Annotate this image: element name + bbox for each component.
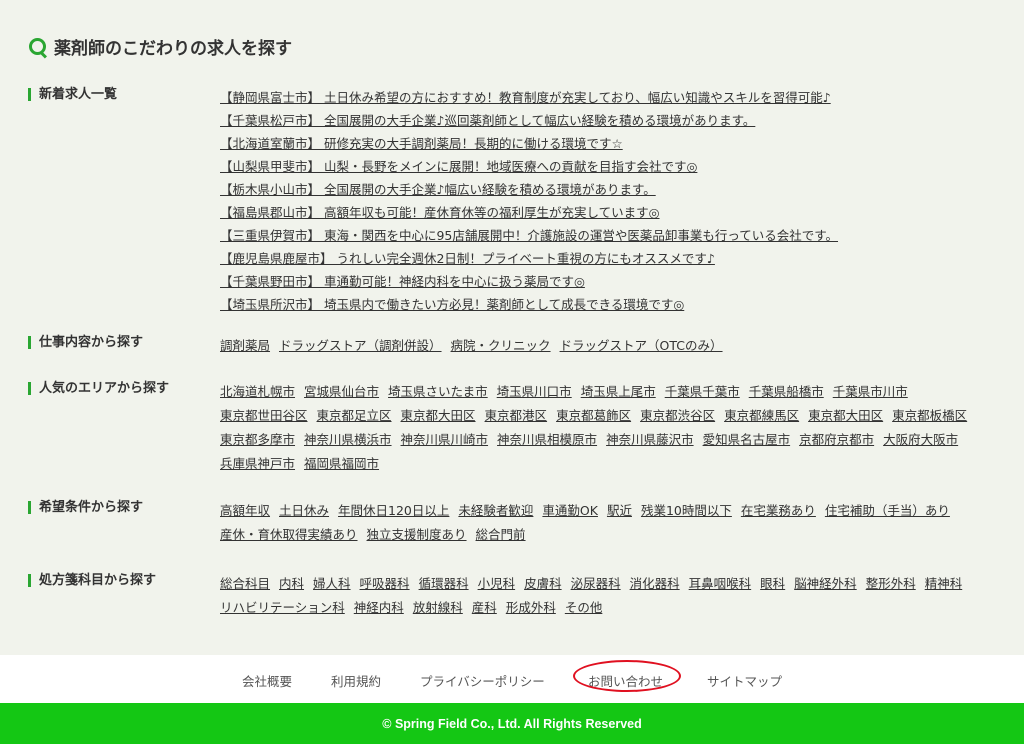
job-listing-link[interactable]: 【北海道室蘭市】 研修充実の大手調剤薬局！長期的に働ける環境です☆ — [220, 132, 1010, 155]
conditions-list: 高額年収 土日休み 年間休日120日以上 未経験者歓迎 車通勤OK 駅近 残業10時間以下在… — [220, 499, 1010, 547]
area-link[interactable]: 神奈川県川崎市 — [401, 428, 489, 452]
job-type-link[interactable]: ドラッグストア（OTCのみ） — [560, 334, 723, 358]
area-link[interactable]: 東京都練馬区 — [724, 404, 799, 428]
specialty-link[interactable]: 眼科 — [760, 572, 785, 596]
job-listing-link[interactable]: 【千葉県野田市】 車通勤可能！神経内科を中心に扱う薬局です◎ — [220, 270, 1010, 293]
area-link[interactable]: 北海道札幌市 — [220, 380, 295, 404]
area-link[interactable]: 神奈川県相模原市 — [497, 428, 597, 452]
specialty-link[interactable]: 小児科 — [478, 572, 516, 596]
area-link[interactable]: 東京都港区 — [485, 404, 548, 428]
job-listing-link[interactable]: 【栃木県小山市】 全国展開の大手企業♪幅広い経験を積める環境があります。 — [220, 178, 1010, 201]
area-link[interactable]: 埼玉県川口市 — [497, 380, 572, 404]
specialty-link[interactable]: 内科 — [279, 572, 304, 596]
specialty-link[interactable]: 放射線科 — [413, 596, 463, 620]
specialty-link[interactable]: 形成外科 — [506, 596, 556, 620]
job-listing-link[interactable]: 【埼玉県所沢市】 埼玉県内で働きたい方必見！薬剤師として成長できる環境です◎ — [220, 293, 1010, 316]
condition-link[interactable]: 独立支援制度あり — [367, 523, 467, 547]
specialty-link[interactable]: リハビリテーション科 — [220, 596, 345, 620]
section-label: 処方箋科目から探す — [28, 574, 229, 587]
condition-link[interactable]: 産休・育休取得実績あり — [220, 523, 358, 547]
job-type-link[interactable]: 調剤薬局 — [220, 334, 270, 358]
job-type-list: 調剤薬局 ドラッグストア（調剤併設） 病院・クリニック ドラッグストア（OTCのみ） — [220, 334, 1010, 358]
page-title: 薬剤師のこだわりの求人を探す — [28, 34, 292, 59]
area-link[interactable]: 兵庫県神戸市 — [220, 452, 295, 476]
specialty-link[interactable]: 産科 — [472, 596, 497, 620]
specialty-link[interactable]: 呼吸器科 — [360, 572, 410, 596]
condition-link[interactable]: 在宅業務あり — [741, 499, 816, 523]
specialty-list: 総合科目 内科 婦人科 呼吸器科 循環器科 小児科 皮膚科 泌尿器科 消化器科 耳鼻咽喉科 眼科 脳神… — [220, 572, 1010, 620]
area-link[interactable]: 愛知県名古屋市 — [703, 428, 791, 452]
area-link[interactable]: 埼玉県上尾市 — [581, 380, 656, 404]
job-listing-link[interactable]: 【福島県郡山市】 高額年収も可能！産休育休等の福利厚生が充実しています◎ — [220, 201, 1010, 224]
contact-highlight-circle — [573, 660, 681, 692]
specialty-link[interactable]: その他 — [565, 596, 603, 620]
area-link[interactable]: 宮城県仙台市 — [304, 380, 379, 404]
footer-nav: 会社概要 利用規約 プライバシーポリシー お問い合わせ サイトマップ — [0, 655, 1024, 703]
job-type-link[interactable]: ドラッグストア（調剤併設） — [279, 334, 442, 358]
specialty-link[interactable]: 神経内科 — [354, 596, 404, 620]
specialty-link[interactable]: 整形外科 — [866, 572, 916, 596]
specialty-link[interactable]: 脳神経外科 — [794, 572, 857, 596]
area-link[interactable]: 東京都大田区 — [401, 404, 476, 428]
condition-link[interactable]: 住宅補助（手当）あり — [825, 499, 950, 523]
area-link[interactable]: 京都府京都市 — [799, 428, 874, 452]
job-listing-link[interactable]: 【鹿児島県鹿屋市】 うれしい完全週休2日制！プライベート重視の方にもオススメです… — [220, 247, 1010, 270]
specialty-link[interactable]: 婦人科 — [313, 572, 351, 596]
search-icon — [28, 37, 48, 57]
specialty-link[interactable]: 泌尿器科 — [571, 572, 621, 596]
job-type-link[interactable]: 病院・クリニック — [451, 334, 551, 358]
area-link[interactable]: 東京都大田区 — [808, 404, 883, 428]
condition-link[interactable]: 残業10時間以下 — [641, 499, 732, 523]
condition-link[interactable]: 年間休日120日以上 — [338, 499, 449, 523]
condition-link[interactable]: 駅近 — [607, 499, 632, 523]
condition-link[interactable]: 総合門前 — [476, 523, 526, 547]
area-link[interactable]: 神奈川県横浜市 — [304, 428, 392, 452]
specialty-link[interactable]: 消化器科 — [630, 572, 680, 596]
specialty-link[interactable]: 総合科目 — [220, 572, 270, 596]
condition-link[interactable]: 高額年収 — [220, 499, 270, 523]
area-link[interactable]: 千葉県千葉市 — [665, 380, 740, 404]
copyright-bar: © Spring Field Co., Ltd. All Rights Rese… — [0, 703, 1024, 744]
area-link[interactable]: 千葉県市川市 — [833, 380, 908, 404]
area-link[interactable]: 東京都世田谷区 — [220, 404, 308, 428]
job-listing-link[interactable]: 【静岡県富士市】 土日休み希望の方におすすめ！教育制度が充実しており、幅広い知識… — [220, 86, 1010, 109]
area-link[interactable]: 千葉県船橋市 — [749, 380, 824, 404]
condition-link[interactable]: 未経験者歓迎 — [458, 499, 533, 523]
condition-link[interactable]: 土日休み — [279, 499, 329, 523]
section-label: 新着求人一覧 — [28, 88, 229, 101]
page-title-text: 薬剤師のこだわりの求人を探す — [54, 39, 292, 59]
area-link[interactable]: 東京都板橋区 — [892, 404, 967, 428]
area-link[interactable]: 東京都渋谷区 — [640, 404, 715, 428]
area-link[interactable]: 福岡県福岡市 — [304, 452, 379, 476]
area-link[interactable]: 大阪府大阪市 — [883, 428, 958, 452]
job-listing-link[interactable]: 【千葉県松戸市】 全国展開の大手企業♪巡回薬剤師として幅広い経験を積める環境があ… — [220, 109, 1010, 132]
footer-link-terms[interactable]: 利用規約 — [331, 671, 381, 690]
new-jobs-list: 【静岡県富士市】 土日休み希望の方におすすめ！教育制度が充実しており、幅広い知識… — [220, 86, 1010, 316]
footer-link-sitemap[interactable]: サイトマップ — [707, 671, 782, 690]
specialty-link[interactable]: 耳鼻咽喉科 — [689, 572, 752, 596]
specialty-link[interactable]: 精神科 — [925, 572, 963, 596]
footer-link-privacy[interactable]: プライバシーポリシー — [420, 671, 545, 690]
section-label: 希望条件から探す — [28, 501, 229, 514]
area-link[interactable]: 東京都葛飾区 — [556, 404, 631, 428]
section-label: 人気のエリアから探す — [28, 382, 229, 395]
specialty-link[interactable]: 皮膚科 — [524, 572, 562, 596]
job-listing-link[interactable]: 【山梨県甲斐市】 山梨・長野をメインに展開！地域医療への貢献を目指す会社です◎ — [220, 155, 1010, 178]
copyright-text: © Spring Field Co., Ltd. All Rights Rese… — [382, 716, 642, 731]
area-link[interactable]: 埼玉県さいたま市 — [388, 380, 488, 404]
area-link[interactable]: 東京都足立区 — [317, 404, 392, 428]
area-link[interactable]: 東京都多摩市 — [220, 428, 295, 452]
condition-link[interactable]: 車通勤OK — [542, 499, 598, 523]
area-list: 北海道札幌市 宮城県仙台市 埼玉県さいたま市 埼玉県川口市 埼玉県上尾市 千葉県千葉市 千葉… — [220, 380, 1010, 476]
area-link[interactable]: 神奈川県藤沢市 — [606, 428, 694, 452]
section-label: 仕事内容から探す — [28, 336, 229, 349]
footer-link-company[interactable]: 会社概要 — [242, 671, 292, 690]
main-content: 薬剤師のこだわりの求人を探す 新着求人一覧 【静岡県富士市】 土日休み希望の方に… — [0, 0, 1024, 655]
specialty-link[interactable]: 循環器科 — [419, 572, 469, 596]
job-listing-link[interactable]: 【三重県伊賀市】 東海・関西を中心に95店舗展開中！介護施設の運営や医薬品卸事業… — [220, 224, 1010, 247]
